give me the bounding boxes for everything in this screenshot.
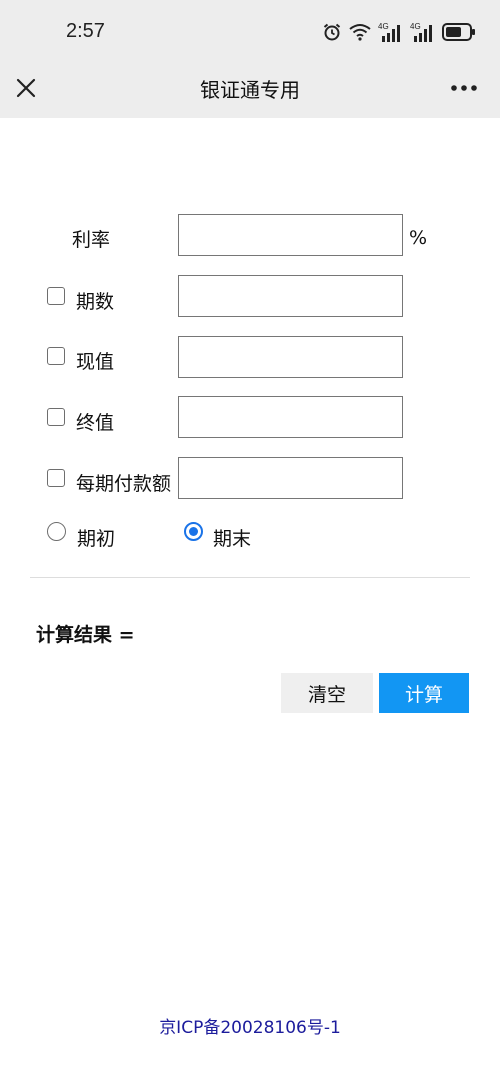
payment-label: 每期付款额 [76, 473, 172, 495]
present-value-input[interactable] [178, 336, 403, 378]
icp-link[interactable]: 京ICP备20028106号-1 [0, 1013, 500, 1038]
alarm-icon [323, 23, 341, 41]
present-value-label: 现值 [76, 351, 115, 373]
signal-4g-icon: 4G [410, 22, 432, 42]
more-icon [451, 85, 477, 91]
result-label: 计算结果 = [36, 624, 135, 646]
periods-checkbox[interactable] [47, 287, 65, 305]
status-time: 2:57 [66, 20, 105, 42]
signal-4g-icon: 4G [378, 22, 400, 42]
network-label: 4G [378, 22, 389, 31]
rate-label: 利率 [72, 229, 111, 251]
divider [30, 577, 470, 578]
present-value-checkbox[interactable] [47, 347, 65, 365]
period-end-label: 期末 [213, 528, 252, 550]
radio-period-start[interactable] [47, 522, 66, 541]
page-title: 银证通专用 [200, 78, 300, 102]
future-value-checkbox[interactable] [47, 408, 65, 426]
calculate-button[interactable]: 计算 [379, 673, 469, 713]
rate-input[interactable] [178, 214, 403, 256]
more-button[interactable] [448, 74, 480, 102]
wifi-icon [349, 24, 371, 41]
clear-button[interactable]: 清空 [281, 673, 373, 713]
future-value-label: 终值 [76, 412, 115, 434]
payment-checkbox[interactable] [47, 469, 65, 487]
rate-unit: % [409, 227, 428, 249]
periods-label: 期数 [76, 291, 115, 313]
battery-icon [442, 23, 475, 41]
payment-input[interactable] [178, 457, 403, 499]
radio-period-end[interactable] [184, 522, 203, 541]
period-start-label: 期初 [77, 528, 116, 550]
periods-input[interactable] [178, 275, 403, 317]
status-bar: 2:57 4G 4G [0, 0, 500, 62]
future-value-input[interactable] [178, 396, 403, 438]
network-label: 4G [410, 22, 421, 31]
status-icons: 4G 4G [322, 20, 476, 44]
nav-bar: 银证通专用 [0, 62, 500, 118]
